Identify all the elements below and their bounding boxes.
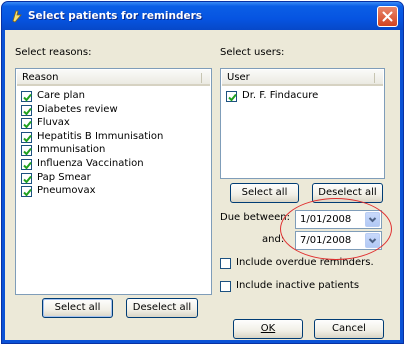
reasons-column-header[interactable]: Reason — [17, 70, 210, 86]
users-select-all-button[interactable]: Select all — [230, 183, 299, 203]
column-separator — [374, 73, 375, 83]
checkbox-box[interactable] — [226, 91, 237, 102]
checkbox-box[interactable] — [21, 118, 32, 130]
user-column-label: User — [227, 72, 250, 83]
ok-label: OK — [260, 323, 276, 334]
checkbox-box[interactable] — [21, 91, 32, 102]
checkbox-box[interactable] — [220, 281, 231, 292]
list-item-label: Pap Smear — [37, 171, 91, 183]
check-icon — [23, 161, 32, 170]
cancel-label: Cancel — [332, 323, 366, 334]
ok-button[interactable]: OK — [233, 319, 303, 339]
checkbox-box[interactable] — [21, 172, 32, 184]
check-icon — [23, 134, 32, 143]
list-item-label: Hepatitis B Immunisation — [37, 130, 164, 142]
list-item-label: Fluvax — [37, 117, 70, 129]
list-item-label: Influenza Vaccination — [37, 158, 144, 169]
title-bar[interactable]: Select patients for reminders — [2, 2, 403, 30]
cancel-button[interactable]: Cancel — [314, 319, 384, 339]
reasons-select-all-button[interactable]: Select all — [42, 298, 113, 318]
list-item-label: Care plan — [37, 90, 85, 101]
check-icon — [23, 148, 32, 156]
include-inactive-label: Include inactive patients — [236, 280, 360, 291]
dialog-body: Select reasons: Reason Care plan Diabetes… — [5, 30, 400, 340]
app-icon — [12, 10, 22, 23]
highlight-oval — [280, 198, 392, 260]
list-item-label: Dr. F. Findacure — [242, 90, 319, 101]
check-icon — [23, 93, 32, 102]
list-item-label: Diabetes review — [37, 103, 118, 115]
check-icon — [23, 189, 32, 197]
list-item-label: Immunisation — [37, 144, 106, 156]
check-icon — [228, 93, 237, 102]
list-item-label: Pneumovax — [37, 185, 96, 197]
reason-column-label: Reason — [22, 72, 59, 83]
checkbox-box[interactable] — [21, 145, 32, 157]
window-title: Select patients for reminders — [28, 10, 203, 22]
column-separator — [201, 73, 202, 83]
dialog-window: Select patients for reminders Select rea… — [1, 1, 404, 344]
checkbox-box[interactable] — [21, 159, 32, 170]
users-listbox[interactable]: User Dr. F. Findacure — [220, 68, 385, 179]
users-column-header[interactable]: User — [222, 70, 383, 86]
checkbox-box[interactable] — [21, 104, 32, 116]
check-icon — [23, 121, 32, 129]
checkbox-box[interactable] — [21, 186, 32, 198]
include-overdue-label: Include overdue reminders. — [236, 257, 374, 268]
check-icon — [23, 175, 32, 184]
users-label: Select users: — [220, 47, 285, 58]
checkbox-box[interactable] — [21, 131, 32, 143]
due-between-label: Due between: — [220, 212, 290, 223]
reasons-label: Select reasons: — [15, 47, 92, 58]
reasons-deselect-all-button[interactable]: Deselect all — [126, 298, 198, 318]
reasons-listbox[interactable]: Reason Care plan Diabetes review Fluvax Hep… — [15, 68, 212, 295]
check-icon — [23, 107, 32, 116]
close-icon — [382, 11, 393, 22]
checkbox-box[interactable] — [220, 258, 231, 269]
close-button[interactable] — [377, 6, 398, 27]
